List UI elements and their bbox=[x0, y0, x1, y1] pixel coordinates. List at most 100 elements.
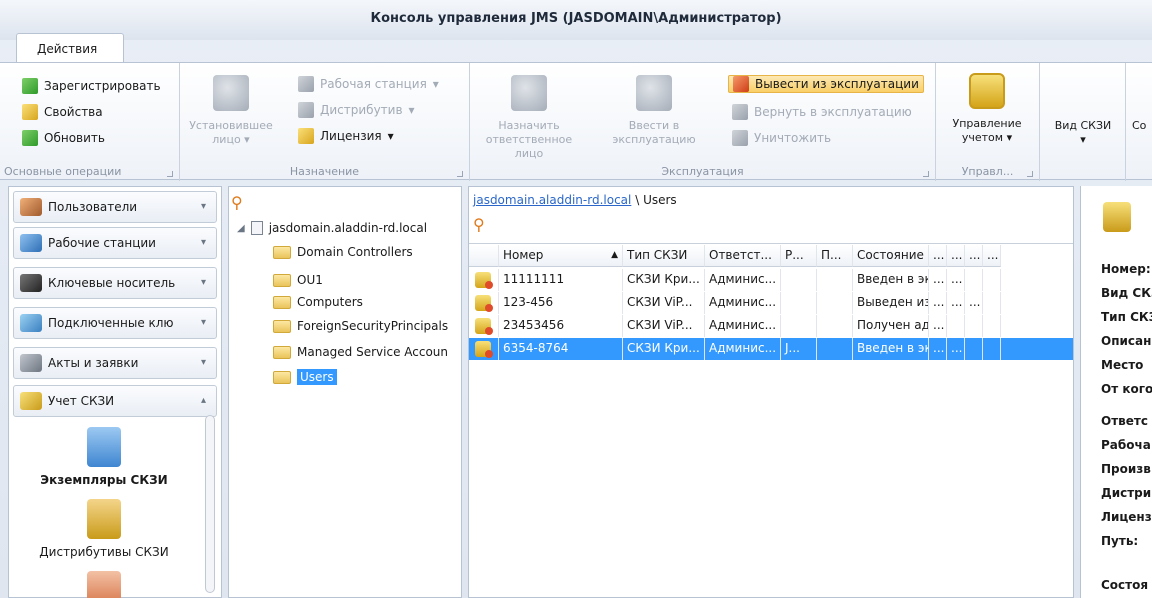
table-cell: ... bbox=[947, 292, 965, 314]
lock-status-icon bbox=[475, 318, 493, 335]
refresh-button[interactable]: Обновить bbox=[22, 127, 105, 149]
acts-icon bbox=[20, 354, 42, 372]
decommission-button[interactable]: Вывести из эксплуатации bbox=[728, 73, 924, 95]
detail-label: Место bbox=[1101, 358, 1144, 372]
ribbon-cut-button[interactable]: Со bbox=[1132, 119, 1152, 133]
table-cell bbox=[817, 315, 853, 337]
view-skzi-button[interactable]: Вид СКЗИ ▾ bbox=[1044, 119, 1122, 147]
column-header[interactable]: Номер ▲ bbox=[499, 245, 623, 267]
tree-node-domain-controllers[interactable]: Domain Controllers bbox=[273, 245, 413, 259]
workstation-button[interactable]: Рабочая станция ▾ bbox=[298, 73, 439, 95]
instances-icon bbox=[87, 427, 121, 467]
column-header[interactable]: Состояние bbox=[853, 245, 929, 267]
tree-node-foreign[interactable]: ForeignSecurityPrincipals bbox=[273, 319, 448, 333]
tree-node-computers[interactable]: Computers bbox=[273, 295, 363, 309]
tab-actions[interactable]: Действия bbox=[16, 33, 124, 63]
user-lock-icon bbox=[213, 75, 249, 111]
tree-search-icon[interactable]: ⚲ bbox=[231, 193, 243, 212]
lock-icon bbox=[20, 392, 42, 410]
table-row[interactable]: 6354-8764 СКЗИ Кри... Админис... J... Введен… bbox=[469, 338, 1073, 360]
table-cell: ... bbox=[947, 269, 965, 291]
column-header[interactable]: Р... bbox=[781, 245, 817, 267]
tree-node-managed[interactable]: Managed Service Accoun bbox=[273, 345, 448, 359]
table-cell bbox=[817, 292, 853, 314]
add-icon bbox=[636, 75, 672, 111]
chevron-down-icon: ▾ bbox=[200, 357, 206, 368]
table-cell: Админис... bbox=[705, 269, 781, 291]
table-cell: 11111111 bbox=[499, 269, 623, 291]
nav-users[interactable]: Пользователи ▾ bbox=[13, 191, 217, 223]
connected-icon bbox=[20, 314, 42, 332]
table-row[interactable]: 23453456СКЗИ ViP...Админис... Получен адм… bbox=[469, 315, 1073, 337]
nav-accounting[interactable]: Учет СКЗИ ▴ bbox=[13, 385, 217, 417]
tree-node-ou1[interactable]: OU1 bbox=[273, 273, 323, 287]
table-cell bbox=[965, 315, 983, 337]
nav-connected[interactable]: Подключенные клю ▾ bbox=[13, 307, 217, 339]
list-search-icon[interactable]: ⚲ bbox=[473, 215, 485, 234]
table-cell: Админис... bbox=[705, 315, 781, 337]
nav-scrollbar[interactable] bbox=[205, 415, 215, 593]
table-cell bbox=[947, 315, 965, 337]
table-cell bbox=[781, 292, 817, 314]
lock-detail-icon bbox=[1103, 202, 1131, 232]
lock-check-icon bbox=[969, 73, 1005, 109]
installer-button[interactable]: Установившее лицо ▾ bbox=[186, 75, 276, 147]
breadcrumb-link[interactable]: jasdomain.aladdin-rd.local bbox=[473, 193, 631, 207]
nav-acts[interactable]: Акты и заявки ▾ bbox=[13, 347, 217, 379]
distributive-button[interactable]: Дистрибутив ▾ bbox=[298, 99, 415, 121]
table-cell: Выведен из ... bbox=[853, 292, 929, 314]
tree-node-users[interactable]: Users bbox=[273, 369, 337, 385]
assign-responsible-button[interactable]: Назначить ответственное лицо bbox=[474, 75, 584, 161]
detail-label: Дистри bbox=[1101, 486, 1152, 500]
key-carrier-icon bbox=[20, 274, 42, 292]
table-header[interactable]: Номер ▲ Тип СКЗИ Ответст... Р... П... Состояни… bbox=[469, 245, 1073, 267]
folder-icon bbox=[273, 319, 291, 333]
nav-distributives[interactable]: Дистрибутивы СКЗИ bbox=[9, 499, 199, 559]
detail-label: Путь: bbox=[1101, 534, 1139, 548]
register-button[interactable]: Зарегистрировать bbox=[22, 75, 161, 97]
column-header[interactable]: П... bbox=[817, 245, 853, 267]
table-cell bbox=[983, 292, 1001, 314]
license-icon bbox=[298, 128, 314, 144]
table-row[interactable]: 123-456СКЗИ ViP...Админис... Выведен из .… bbox=[469, 292, 1073, 314]
column-header[interactable]: ... bbox=[929, 245, 947, 267]
chevron-down-icon: ▾ bbox=[200, 201, 206, 212]
refresh-icon bbox=[22, 130, 38, 146]
return-icon bbox=[732, 104, 748, 120]
tree-root[interactable]: ◢ jasdomain.aladdin-rd.local bbox=[237, 221, 427, 235]
commission-button[interactable]: Ввести в эксплуатацию bbox=[612, 75, 696, 147]
folder-icon bbox=[273, 295, 291, 309]
detail-panel: Номер: Вид СКЗ Тип СКЗ Описан Место От кого От… bbox=[1080, 186, 1152, 598]
column-header[interactable]: Ответст... bbox=[705, 245, 781, 267]
license-button[interactable]: Лицензия ▾ bbox=[298, 125, 394, 147]
folder-icon bbox=[273, 370, 291, 384]
column-header[interactable]: Тип СКЗИ bbox=[623, 245, 705, 267]
destroy-button[interactable]: Уничтожить bbox=[732, 127, 831, 149]
user-lock-icon bbox=[511, 75, 547, 111]
lock-status-icon bbox=[475, 341, 493, 358]
group-label-accounting: Управл... bbox=[961, 165, 1014, 178]
ribbon-group-exploitation: Назначить ответственное лицо Ввести в эк… bbox=[470, 63, 936, 181]
nav-instances[interactable]: Экземпляры СКЗИ bbox=[9, 427, 199, 487]
nav-workstations[interactable]: Рабочие станции ▾ bbox=[13, 227, 217, 259]
group-expander-icon[interactable] bbox=[923, 171, 929, 177]
group-expander-icon[interactable] bbox=[1027, 171, 1033, 177]
column-header[interactable]: ... bbox=[947, 245, 965, 267]
table-cell bbox=[983, 315, 1001, 337]
column-header[interactable]: ... bbox=[983, 245, 1001, 267]
nav-key-carriers[interactable]: Ключевые носитель ▾ bbox=[13, 267, 217, 299]
column-header[interactable]: ... bbox=[965, 245, 983, 267]
manage-accounting-button[interactable]: Управление учетом ▾ bbox=[942, 73, 1032, 145]
table-row[interactable]: 11111111СКЗИ Кри...Админис... Введен в эк… bbox=[469, 269, 1073, 291]
return-button[interactable]: Вернуть в эксплуатацию bbox=[732, 101, 912, 123]
group-expander-icon[interactable] bbox=[457, 171, 463, 177]
table-cell: 23453456 bbox=[499, 315, 623, 337]
ribbon-group-accounting: Управление учетом ▾ Управл... bbox=[936, 63, 1040, 181]
table-cell: Админис... bbox=[705, 338, 781, 360]
table-cell: ... bbox=[929, 338, 947, 360]
properties-button[interactable]: Свойства bbox=[22, 101, 103, 123]
table-cell: ... bbox=[929, 315, 947, 337]
group-expander-icon[interactable] bbox=[167, 171, 173, 177]
nav-next-item[interactable] bbox=[9, 571, 199, 598]
distributive-icon bbox=[298, 102, 314, 118]
